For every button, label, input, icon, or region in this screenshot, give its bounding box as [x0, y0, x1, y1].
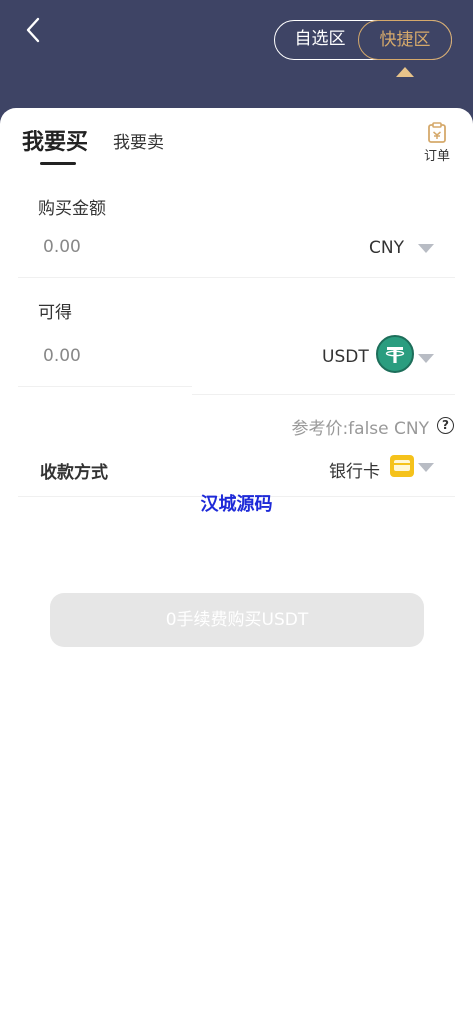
reference-price: 参考价:false CNY	[291, 419, 429, 439]
watermark: 汉城源码	[200, 494, 273, 515]
tab-custom-zone[interactable]: 自选区	[275, 21, 365, 58]
amount-label: 购买金额	[38, 199, 106, 219]
back-icon[interactable]	[22, 16, 48, 44]
amount-input[interactable]: 0.00	[43, 237, 81, 257]
order-icon	[428, 122, 446, 143]
active-zone-indicator	[396, 67, 414, 77]
receive-label: 可得	[38, 303, 72, 323]
tab-active-underline	[40, 162, 76, 165]
trade-card: 我要买 我要卖 订单 购买金额 0.00 CNY 可得 0.00 USDT 参考…	[0, 108, 473, 1024]
tab-quick-zone[interactable]: 快捷区	[358, 19, 452, 60]
divider	[18, 277, 455, 278]
buy-usdt-button[interactable]: 0手续费购买USDT	[50, 593, 424, 647]
receive-currency[interactable]: USDT	[322, 347, 369, 367]
order-button[interactable]: 订单	[420, 122, 454, 164]
payment-method-value[interactable]: 银行卡	[329, 457, 380, 482]
tab-sell[interactable]: 我要卖	[113, 128, 164, 153]
receive-currency-dropdown-icon[interactable]	[418, 354, 434, 363]
help-icon[interactable]: ?	[437, 417, 454, 434]
usdt-icon	[376, 335, 414, 373]
order-label: 订单	[423, 149, 450, 164]
bank-card-icon	[390, 455, 414, 477]
amount-currency[interactable]: CNY	[369, 238, 404, 258]
payment-method-label: 收款方式	[40, 463, 108, 483]
zone-switch: 自选区 快捷区	[274, 19, 452, 60]
tab-buy[interactable]: 我要买	[22, 124, 88, 156]
divider	[18, 386, 192, 387]
receive-input[interactable]: 0.00	[43, 346, 81, 366]
amount-currency-dropdown-icon[interactable]	[418, 244, 434, 253]
divider	[192, 394, 455, 395]
payment-method-dropdown-icon[interactable]	[418, 463, 434, 472]
